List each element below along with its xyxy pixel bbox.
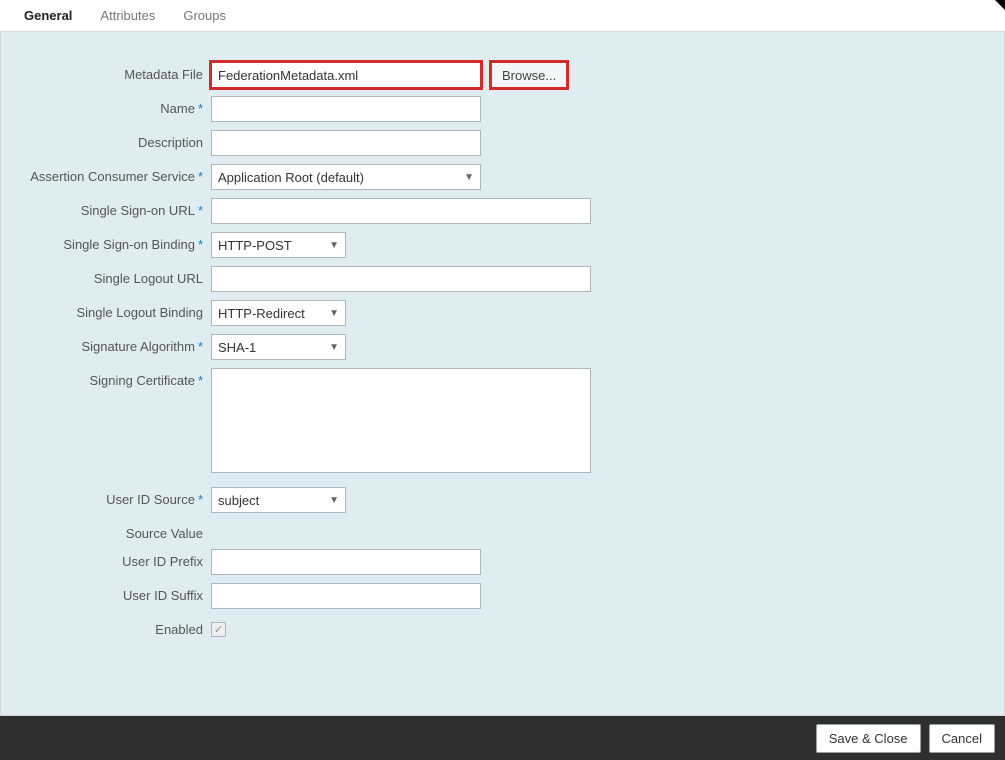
row-enabled: Enabled ✓ [21,617,984,637]
save-close-button[interactable]: Save & Close [816,724,921,753]
general-panel: Metadata File Browse... Name* Descriptio… [0,32,1005,716]
row-description: Description [21,130,984,156]
chevron-down-icon: ▼ [464,172,474,183]
label-slo-binding: Single Logout Binding [21,300,211,320]
chevron-down-icon: ▼ [329,342,339,353]
row-metadata-file: Metadata File Browse... [21,62,984,88]
description-input[interactable] [211,130,481,156]
browse-button[interactable]: Browse... [491,62,567,88]
label-sig-alg: Signature Algorithm* [21,334,211,354]
row-user-id-prefix: User ID Prefix [21,549,984,575]
row-source-value: Source Value [21,521,984,541]
sso-binding-select[interactable]: HTTP-POST ▼ [211,232,346,258]
row-slo-url: Single Logout URL [21,266,984,292]
enabled-checkbox[interactable]: ✓ [211,622,226,637]
label-metadata-file: Metadata File [21,62,211,82]
tab-attributes[interactable]: Attributes [86,0,169,32]
slo-binding-select[interactable]: HTTP-Redirect ▼ [211,300,346,326]
sso-binding-value: HTTP-POST [218,238,292,253]
row-sso-binding: Single Sign-on Binding* HTTP-POST ▼ [21,232,984,258]
chevron-down-icon: ▼ [329,240,339,251]
label-source-value: Source Value [21,521,211,541]
tab-general[interactable]: General [10,0,86,32]
user-id-prefix-input[interactable] [211,549,481,575]
slo-url-input[interactable] [211,266,591,292]
row-sig-alg: Signature Algorithm* SHA-1 ▼ [21,334,984,360]
row-user-id-source: User ID Source* subject ▼ [21,487,984,513]
label-sso-url: Single Sign-on URL* [21,198,211,218]
signing-cert-textarea[interactable] [211,368,591,473]
chevron-down-icon: ▼ [329,495,339,506]
slo-binding-value: HTTP-Redirect [218,306,305,321]
sig-alg-value: SHA-1 [218,340,256,355]
user-id-source-value: subject [218,493,259,508]
label-sso-binding: Single Sign-on Binding* [21,232,211,252]
cancel-button[interactable]: Cancel [929,724,995,753]
acs-select-value: Application Root (default) [218,170,364,185]
row-name: Name* [21,96,984,122]
row-sso-url: Single Sign-on URL* [21,198,984,224]
sig-alg-select[interactable]: SHA-1 ▼ [211,334,346,360]
row-acs: Assertion Consumer Service* Application … [21,164,984,190]
name-input[interactable] [211,96,481,122]
row-signing-cert: Signing Certificate* [21,368,984,473]
row-user-id-suffix: User ID Suffix [21,583,984,609]
label-enabled: Enabled [21,617,211,637]
label-user-id-suffix: User ID Suffix [21,583,211,603]
user-id-suffix-input[interactable] [211,583,481,609]
sso-url-input[interactable] [211,198,591,224]
acs-select[interactable]: Application Root (default) ▼ [211,164,481,190]
label-user-id-source: User ID Source* [21,487,211,507]
page: General Attributes Groups Metadata File … [0,0,1005,760]
metadata-file-input[interactable] [211,62,481,88]
tab-groups[interactable]: Groups [169,0,240,32]
label-acs: Assertion Consumer Service* [21,164,211,184]
row-slo-binding: Single Logout Binding HTTP-Redirect ▼ [21,300,984,326]
chevron-down-icon: ▼ [329,308,339,319]
tab-bar: General Attributes Groups [0,0,1005,32]
label-name: Name* [21,96,211,116]
label-slo-url: Single Logout URL [21,266,211,286]
checkmark-icon: ✓ [214,623,223,636]
label-user-id-prefix: User ID Prefix [21,549,211,569]
footer-bar: Save & Close Cancel [0,716,1005,760]
label-description: Description [21,130,211,150]
user-id-source-select[interactable]: subject ▼ [211,487,346,513]
label-signing-cert: Signing Certificate* [21,368,211,388]
